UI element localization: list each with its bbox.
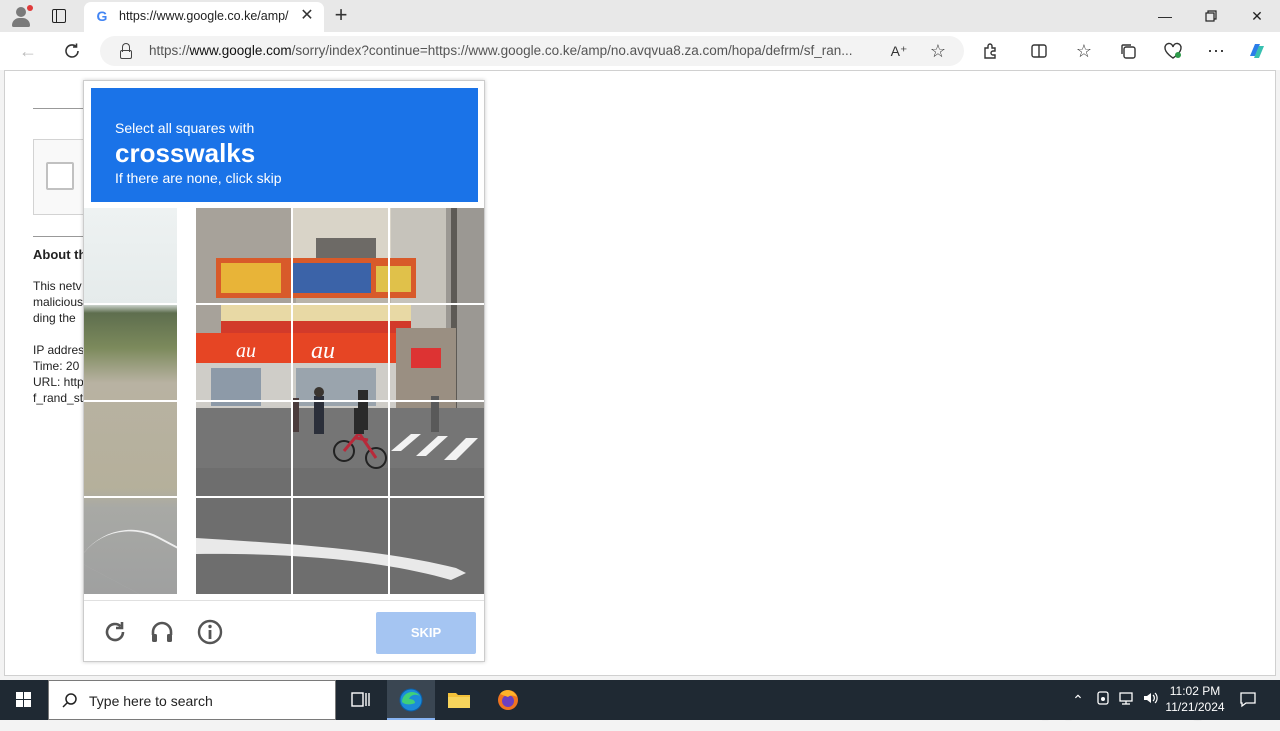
body-text: This netv — [33, 279, 82, 293]
settings-more-icon[interactable]: ⋯ — [1205, 40, 1227, 62]
notifications-icon[interactable] — [1238, 690, 1258, 710]
reload-icon[interactable] — [101, 618, 129, 646]
tab-close-icon[interactable]: ✕ — [298, 7, 316, 25]
device-icon[interactable] — [1093, 690, 1113, 710]
info-icon[interactable] — [196, 618, 224, 646]
firefox-icon[interactable] — [484, 680, 532, 720]
previous-image-slide — [84, 208, 177, 594]
show-hidden-icons-icon[interactable]: ⌃ — [1068, 690, 1088, 710]
extensions-icon[interactable] — [980, 40, 1002, 62]
tab-strip: G https://www.google.co.ke/amp/ ✕ + — ✕ — [0, 0, 1280, 32]
window-close-icon[interactable]: ✕ — [1234, 0, 1280, 32]
captcha-footer: SKIP — [84, 600, 484, 661]
new-tab-button[interactable]: + — [330, 4, 352, 26]
grid-tile-r4c2[interactable] — [293, 498, 388, 594]
captcha-challenge: Select all squares with crosswalks If th… — [83, 80, 485, 662]
audio-challenge-icon[interactable] — [148, 618, 176, 646]
skip-hint-text: If there are none, click skip — [115, 170, 282, 186]
split-screen-icon[interactable] — [1028, 40, 1050, 62]
edge-browser-icon[interactable] — [387, 680, 435, 720]
target-object-text: crosswalks — [115, 138, 256, 168]
profile-icon[interactable] — [10, 5, 33, 27]
collections-icon[interactable] — [1117, 40, 1139, 62]
taskbar-search-box[interactable]: Type here to search — [48, 680, 336, 720]
task-view-icon[interactable] — [336, 680, 384, 720]
read-aloud-icon[interactable]: A⁺ — [888, 40, 910, 62]
body-text: malicious — [33, 295, 84, 309]
grid-tile-r2c2[interactable] — [293, 305, 388, 400]
about-heading: About th — [33, 247, 87, 262]
tab-title: https://www.google.co.ke/amp/ — [119, 9, 289, 23]
grid-tile-r3c1[interactable] — [196, 402, 291, 496]
windows-start-icon[interactable] — [0, 680, 48, 720]
lock-icon[interactable] — [118, 42, 134, 60]
search-icon — [61, 692, 79, 710]
recaptcha-checkbox[interactable] — [46, 162, 74, 190]
network-icon[interactable] — [1116, 690, 1136, 710]
back-icon[interactable]: ← — [17, 40, 39, 62]
tab-actions-icon[interactable] — [50, 7, 68, 25]
search-placeholder: Type here to search — [89, 693, 213, 709]
file-explorer-icon[interactable] — [435, 680, 483, 720]
refresh-icon[interactable] — [61, 40, 83, 62]
browser-toolbar: ← https://www.google.com/sorry/index?con… — [0, 32, 1280, 70]
grid-tile-r1c1[interactable] — [196, 208, 291, 303]
favorites-icon[interactable]: ☆ — [1073, 40, 1095, 62]
grid-tile-r2c1[interactable] — [196, 305, 291, 400]
grid-tile-r3c3[interactable] — [390, 402, 484, 496]
clock-time: 11:02 PM — [1169, 684, 1221, 698]
url-text[interactable]: https://www.google.com/sorry/index?conti… — [149, 43, 879, 58]
grid-tile-r1c2[interactable] — [293, 208, 388, 303]
grid-tile-r2c3[interactable] — [390, 305, 484, 400]
grid-tile-r3c2[interactable] — [293, 402, 388, 496]
windows-taskbar: Type here to search ⌃ 11:02 PM 11/21/202… — [0, 680, 1280, 720]
clock-date: 11/21/2024 — [1165, 700, 1225, 714]
body-text: ding the — [33, 311, 76, 325]
favorite-star-icon[interactable]: ☆ — [927, 40, 949, 62]
grid-tile-r1c3[interactable] — [390, 208, 484, 303]
url-info-text: URL: http — [33, 375, 84, 389]
captcha-image-grid: au au — [196, 208, 484, 594]
grid-tile-r4c3[interactable] — [390, 498, 484, 594]
skip-button[interactable]: SKIP — [376, 612, 476, 654]
instruction-text: Select all squares with — [115, 120, 255, 136]
captcha-instructions: Select all squares with crosswalks If th… — [91, 88, 478, 202]
grid-tile-r4c1[interactable] — [196, 498, 291, 594]
volume-icon[interactable] — [1140, 690, 1160, 710]
copilot-icon[interactable] — [1246, 40, 1268, 62]
url-info-text: f_rand_st — [33, 391, 84, 405]
browser-essentials-icon[interactable] — [1162, 40, 1184, 62]
google-favicon-icon: G — [96, 8, 108, 24]
minimize-icon[interactable]: — — [1142, 0, 1188, 32]
ip-address-text: IP addres — [33, 343, 85, 357]
system-clock[interactable]: 11:02 PM 11/21/2024 — [1160, 683, 1230, 715]
time-text: Time: 20 — [33, 359, 80, 373]
restore-icon[interactable] — [1188, 0, 1234, 32]
browser-tab[interactable]: G https://www.google.co.ke/amp/ ✕ — [84, 2, 324, 32]
